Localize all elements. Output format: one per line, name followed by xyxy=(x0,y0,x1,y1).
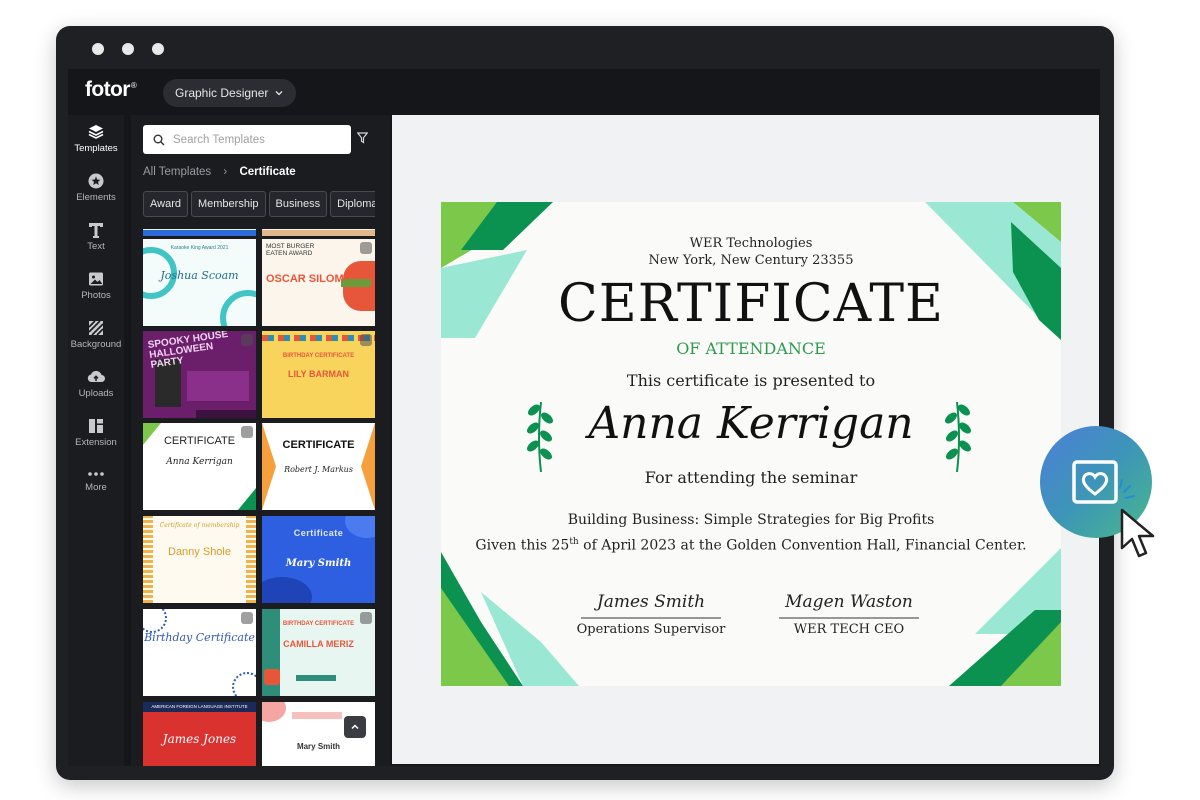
given-date-text[interactable]: Given this 25th of April 2023 at the Gol… xyxy=(441,537,1061,554)
favorite-icon[interactable] xyxy=(360,242,372,254)
sidebar-item-uploads[interactable]: Uploads xyxy=(68,368,124,399)
event-text[interactable]: Building Business: Simple Strategies for… xyxy=(441,512,1061,528)
favorite-icon[interactable] xyxy=(360,334,372,346)
category-chips: Award Membership Business Diploma xyxy=(143,191,375,219)
template-tile[interactable] xyxy=(262,229,375,236)
breadcrumb-root[interactable]: All Templates xyxy=(143,166,211,178)
fotor-logo[interactable]: fotor® xyxy=(85,78,137,102)
mode-dropdown[interactable]: Graphic Designer xyxy=(163,79,297,107)
sidebar-item-elements[interactable]: Elements xyxy=(68,172,124,203)
mouse-cursor-icon xyxy=(1120,508,1155,558)
template-tile[interactable]: MOST BURGER EATEN AWARD OSCAR SILOM xyxy=(262,239,375,326)
window-dot-close[interactable] xyxy=(92,43,104,55)
reason-text[interactable]: For attending the seminar xyxy=(441,468,1061,487)
sidebar-item-photos[interactable]: Photos xyxy=(68,270,124,301)
sidebar-item-text[interactable]: Text xyxy=(68,221,124,252)
elements-icon xyxy=(88,173,104,189)
templates-panel: All Templates › Certificate AwardMembers… xyxy=(131,115,390,766)
layers-icon xyxy=(88,125,104,139)
editor-app: fotor® Graphic Designer Templates Elemen… xyxy=(68,69,1100,766)
sidebar-item-extension[interactable]: Extension xyxy=(68,417,124,448)
template-tile[interactable]: Birthday Certificate xyxy=(143,609,256,696)
more-icon xyxy=(88,472,104,476)
search-box[interactable] xyxy=(143,125,351,154)
chevron-up-icon xyxy=(351,724,359,730)
text-icon xyxy=(89,223,103,238)
template-tile[interactable] xyxy=(143,229,256,236)
filter-icon[interactable] xyxy=(357,132,368,144)
window-dot-minimize[interactable] xyxy=(122,43,134,55)
breadcrumb-separator-icon: › xyxy=(223,166,228,178)
favorite-icon[interactable] xyxy=(241,334,253,346)
template-tile[interactable]: AMERICAN FOREIGN LANGUAGE INSTITUTE Jame… xyxy=(143,702,256,766)
breadcrumb: All Templates › Certificate xyxy=(143,166,296,178)
template-tile[interactable]: BIRTHDAY CERTIFICATE LILY BARMAN xyxy=(262,331,375,418)
sidebar-item-background[interactable]: Background xyxy=(68,319,124,350)
favorite-icon[interactable] xyxy=(360,612,372,624)
template-tile[interactable]: Karaoke King Award 2021 Joshua Scoam xyxy=(143,239,256,326)
upload-cloud-icon xyxy=(87,370,105,382)
app-window: fotor® Graphic Designer Templates Elemen… xyxy=(56,26,1114,780)
sidebar-item-templates[interactable]: Templates xyxy=(68,123,124,154)
image-icon xyxy=(89,272,103,286)
template-tile[interactable]: Certificate of membership Danny Shole xyxy=(143,516,256,603)
template-tile[interactable]: SPOOKY HOUSE HALLOWEEN PARTY xyxy=(143,331,256,418)
signature-2[interactable]: Magen Waston xyxy=(779,592,919,612)
mode-label: Graphic Designer xyxy=(175,86,269,100)
chip-award[interactable]: Award xyxy=(143,191,188,217)
signer-1-role[interactable]: Operations Supervisor xyxy=(571,622,731,637)
signer-2-role[interactable]: WER TECH CEO xyxy=(769,622,929,637)
certificate-subtitle[interactable]: OF ATTENDANCE xyxy=(441,339,1061,358)
certificate-title[interactable]: CERTIFICATE xyxy=(441,274,1061,334)
breadcrumb-current: Certificate xyxy=(239,166,296,178)
favorite-icon[interactable] xyxy=(241,426,253,438)
window-controls xyxy=(92,43,164,55)
template-grid: Karaoke King Award 2021 Joshua Scoam MOS… xyxy=(143,229,377,766)
extension-icon xyxy=(89,419,103,433)
signature-1[interactable]: James Smith xyxy=(581,592,721,612)
top-bar: fotor® Graphic Designer xyxy=(68,69,1100,115)
company-name[interactable]: WER Technologies xyxy=(441,236,1061,251)
template-tile[interactable]: CERTIFICATE Robert J. Markus xyxy=(262,423,375,510)
search-icon xyxy=(153,134,165,145)
chip-membership[interactable]: Membership xyxy=(190,191,266,217)
background-icon xyxy=(88,320,104,336)
favorite-icon[interactable] xyxy=(241,612,253,624)
scroll-to-top-button[interactable] xyxy=(344,716,366,738)
template-tile[interactable]: CERTIFICATE Anna Kerrigan xyxy=(143,423,256,510)
left-sidebar: Templates Elements Text Photos Backgroun… xyxy=(68,115,124,766)
template-tile[interactable]: Certificate Mary Smith xyxy=(262,516,375,603)
sidebar-item-more[interactable]: More xyxy=(68,468,124,493)
chip-diploma[interactable]: Diploma xyxy=(330,191,375,217)
template-tile[interactable]: BIRTHDAY CERTIFICATE CAMILLA MERIZ xyxy=(262,609,375,696)
certificate-design[interactable]: WER Technologies New York, New Century 2… xyxy=(441,202,1061,686)
search-input[interactable] xyxy=(171,132,345,147)
presented-to-text[interactable]: This certificate is presented to xyxy=(441,371,1061,390)
chevron-down-icon xyxy=(275,91,283,96)
company-address[interactable]: New York, New Century 23355 xyxy=(441,253,1061,268)
chip-business[interactable]: Business xyxy=(268,191,328,217)
window-dot-maximize[interactable] xyxy=(152,43,164,55)
recipient-name[interactable]: Anna Kerrigan xyxy=(441,398,1061,449)
design-canvas[interactable]: WER Technologies New York, New Century 2… xyxy=(392,115,1099,764)
